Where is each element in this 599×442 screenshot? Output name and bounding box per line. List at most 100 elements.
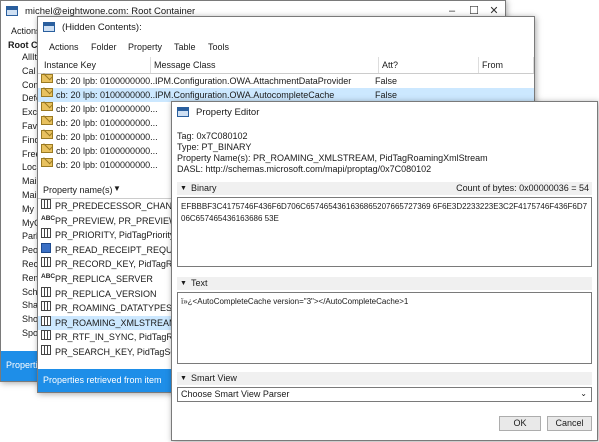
property-name: PR_ROAMING_XMLSTREAM, (55, 317, 180, 328)
contents-table-header: Instance Key Message Class Att? From (38, 57, 534, 74)
property-type-grid-icon (41, 345, 51, 355)
property-type-grid-icon (41, 199, 51, 209)
byte-count: Count of bytes: 0x00000036 = 54 (456, 183, 589, 193)
property-name: PR_PREDECESSOR_CHANGE_ (55, 201, 191, 211)
menu-folder[interactable]: Folder (91, 42, 117, 52)
property-name: PR_READ_RECEIPT_REQUEST (55, 244, 191, 255)
property-type-grid-icon (41, 330, 51, 341)
app-icon (6, 6, 18, 16)
smart-view-parser-select[interactable]: Choose Smart View Parser ⌄ (177, 387, 592, 402)
instance-key-cell: cb: 20 lpb: 0100000000... (56, 76, 158, 86)
root-status-text: Properti (6, 360, 38, 370)
property-list-item[interactable]: PR_PREDECESSOR_CHANGE_ (38, 199, 190, 213)
tag-line: Tag: 0x7C080102 (177, 131, 248, 141)
column-message-class[interactable]: Message Class (151, 57, 379, 73)
property-name: PR_ROAMING_DATATYPES, (55, 303, 175, 314)
property-list-item[interactable]: PR_RECORD_KEY, PidTagRec (38, 257, 182, 271)
type-line: Type: PT_BINARY (177, 142, 252, 152)
property-type-grid-icon (41, 315, 51, 326)
att-cell: False (375, 90, 398, 100)
att-cell: False (375, 76, 398, 86)
table-row[interactable]: cb: 20 lpb: 0100000000... IPM.Configurati… (38, 74, 534, 88)
envelope-icon (41, 158, 53, 167)
column-att[interactable]: Att? (379, 57, 479, 73)
property-list-item[interactable]: PR_ROAMING_XMLSTREAM, (38, 315, 180, 330)
text-section-header[interactable]: ▼ Text (177, 277, 592, 290)
property-type-blue-icon (41, 242, 51, 253)
property-names-line: Property Name(s): PR_ROAMING_XMLSTREAM, … (177, 153, 488, 163)
app-icon (43, 22, 55, 32)
envelope-icon (41, 116, 53, 125)
envelope-icon (41, 74, 53, 83)
app-icon (177, 107, 189, 117)
dasl-line: DASL: http://schemas.microsoft.com/mapi/… (177, 164, 432, 174)
property-list-item[interactable]: PR_REPLICA_VERSION (38, 286, 178, 301)
instance-key-cell: cb: 20 lpb: 0100000000... (56, 160, 158, 170)
property-name-column[interactable]: Property name(s) (43, 185, 113, 195)
collapse-icon: ▼ (180, 375, 187, 382)
smart-view-label: Smart View (191, 373, 237, 383)
property-type-abc-icon: ABC (41, 273, 56, 280)
property-pane-header: Property name(s) ▼ (38, 183, 178, 199)
text-label: Text (191, 278, 208, 288)
collapse-icon: ▼ (180, 185, 187, 192)
menu-actions[interactable]: Actions (49, 42, 79, 52)
property-name: PR_PRIORITY, PidTagPriority (55, 230, 175, 241)
property-list-item[interactable]: PR_RTF_IN_SYNC, PidTagRtf (38, 330, 178, 344)
hidden-titlebar: (Hidden Contents): (38, 17, 534, 39)
cancel-button[interactable]: Cancel (547, 416, 592, 431)
property-name: PR_REPLICA_SERVER (55, 274, 153, 284)
envelope-icon (41, 88, 53, 97)
tree-item[interactable]: Spo (22, 328, 38, 338)
binary-value-field[interactable]: EFBBBF3C4175746F436F6D706C65746543616368… (177, 197, 592, 267)
message-class-cell: IPM.Configuration.OWA.AutocompleteCache (155, 90, 335, 100)
instance-key-cell: cb: 20 lpb: 0100000000... (56, 132, 158, 142)
column-from[interactable]: From (479, 57, 534, 73)
property-name: PR_REPLICA_VERSION (55, 288, 157, 299)
property-list-item[interactable]: ABC PR_REPLICA_SERVER (38, 272, 178, 286)
property-type-abc-icon: ABC (41, 214, 56, 222)
smart-view-section-header[interactable]: ▼ Smart View (177, 372, 592, 385)
property-list-item[interactable]: ABC PR_PREVIEW, PR_PREVIEW_A (38, 214, 189, 228)
property-list-item[interactable]: PR_SEARCH_KEY, PidTagSea (38, 345, 181, 359)
tree-item[interactable]: Cal (22, 66, 36, 76)
editor-title: Property Editor (196, 107, 260, 118)
instance-key-cell: cb: 20 lpb: 0100000000... (56, 104, 158, 114)
menu-property[interactable]: Property (128, 42, 162, 52)
collapse-icon: ▼ (180, 280, 187, 287)
message-class-cell: IPM.Configuration.OWA.AttachmentDataProv… (155, 76, 352, 86)
instance-key-cell: cb: 20 lpb: 0100000000... (56, 146, 158, 156)
tree-item[interactable]: AllIt (22, 52, 37, 62)
ok-button[interactable]: OK (499, 416, 541, 431)
envelope-icon (41, 144, 53, 153)
envelope-icon (41, 102, 53, 111)
menu-tools[interactable]: Tools (208, 42, 229, 52)
column-instance-key[interactable]: Instance Key (41, 57, 151, 73)
binary-section-header[interactable]: ▼ Binary Count of bytes: 0x00000036 = 54 (177, 182, 592, 195)
property-type-grid-icon (41, 286, 51, 297)
menu-table[interactable]: Table (174, 42, 196, 52)
property-list-item[interactable]: PR_PRIORITY, PidTagPriority (38, 228, 178, 242)
property-type-grid-icon (41, 228, 51, 239)
table-row[interactable]: cb: 20 lpb: 0100000000... IPM.Configurati… (38, 88, 534, 102)
chevron-down-icon: ⌄ (580, 389, 587, 398)
hidden-menubar: Actions Folder Property Table Tools (38, 39, 534, 56)
property-type-grid-icon (41, 301, 51, 312)
sort-down-icon: ▼ (113, 184, 121, 193)
folder-tree: AllIt Cal Com Defe Exch Favo Find Free Loca Mail M… (1, 52, 43, 352)
editor-titlebar: Property Editor (172, 102, 597, 124)
hidden-window-title: (Hidden Contents): (62, 22, 142, 33)
text-value-field[interactable]: ï»¿<AutoCompleteCache version="3"></Auto… (177, 292, 592, 364)
hidden-status-text: Properties retrieved from item (43, 375, 162, 385)
property-list-item[interactable]: PR_READ_RECEIPT_REQUEST (38, 242, 190, 257)
hidden-status-bar: Properties retrieved from item (38, 369, 178, 392)
instance-key-cell: cb: 20 lpb: 0100000000... (56, 90, 158, 100)
property-list-item[interactable]: PR_ROAMING_DATATYPES, (38, 301, 178, 315)
envelope-icon (41, 130, 53, 139)
binary-label: Binary (191, 183, 217, 193)
smart-view-selected: Choose Smart View Parser (181, 389, 290, 399)
property-name: PR_RTF_IN_SYNC, PidTagRtf (55, 332, 178, 343)
property-editor-dialog: Property Editor Tag: 0x7C080102 Type: PT… (171, 101, 598, 441)
property-type-grid-icon (41, 257, 51, 268)
property-name: PR_SEARCH_KEY, PidTagSea (55, 347, 181, 357)
